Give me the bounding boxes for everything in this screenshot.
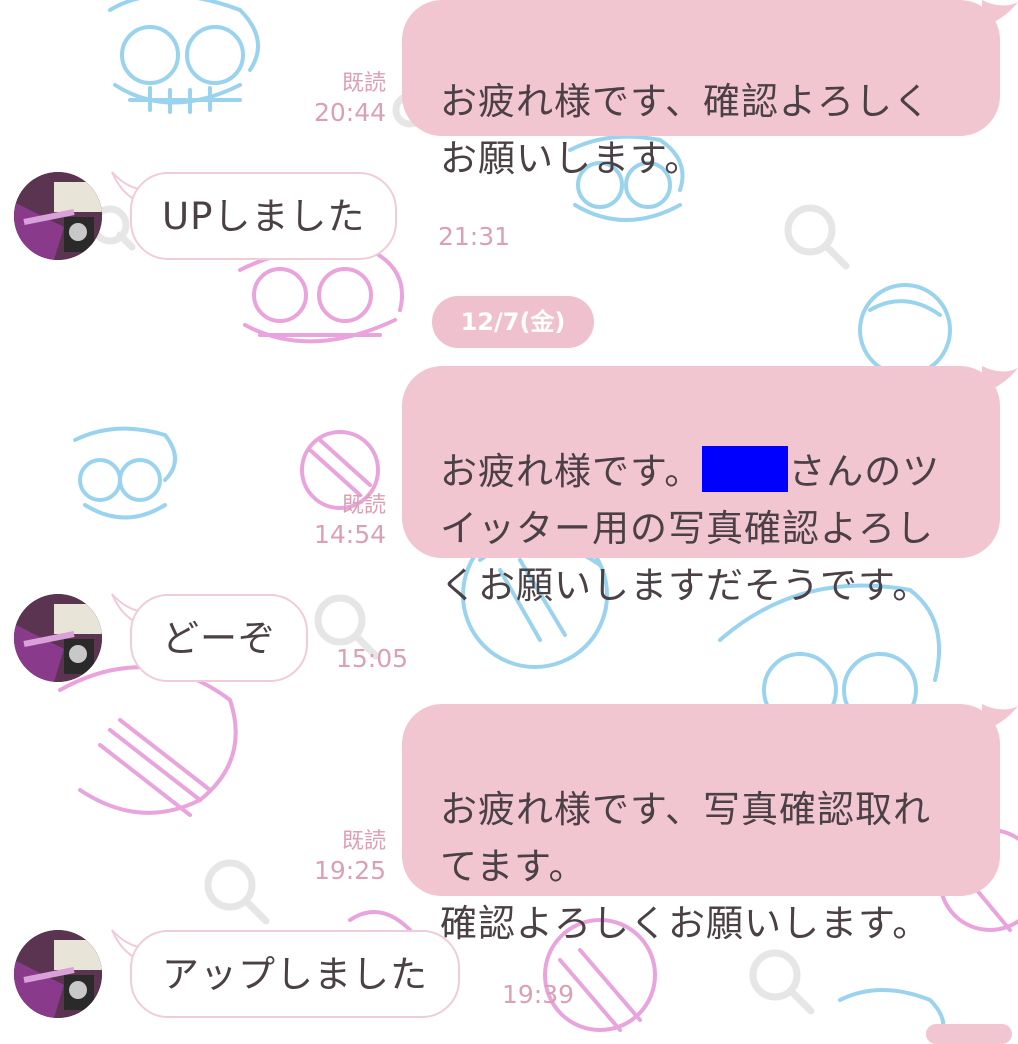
avatar[interactable] — [14, 594, 102, 682]
message-time: 20:44 — [313, 98, 386, 127]
date-separator: 12/7(金) — [432, 296, 594, 348]
read-receipt: 既読 — [341, 71, 386, 96]
incoming-message-bubble[interactable]: アップしました — [130, 930, 460, 1018]
message-meta: 既読 19:25 — [296, 828, 386, 886]
message-text: お疲れ様です。 — [440, 450, 703, 493]
message-time: 21:31 — [438, 222, 511, 251]
message-text: お疲れ様です、確認よろしく お願いします。 — [440, 80, 932, 180]
bubble-tail — [982, 704, 1018, 732]
avatar[interactable] — [14, 172, 102, 260]
chat-thread[interactable]: 既読 20:44 お疲れ様です、確認よろしく お願いします。 UPしました 21… — [0, 0, 1018, 1044]
message-time: 19:39 — [502, 980, 575, 1009]
message-text: お疲れ様です、写真確認取れ てます。 確認よろしくお願いします。 — [440, 788, 932, 945]
message-meta: 既読 20:44 — [296, 70, 386, 128]
avatar-image — [14, 594, 102, 682]
outgoing-message-bubble[interactable]: お疲れ様です、写真確認取れ てます。 確認よろしくお願いします。 — [402, 704, 1000, 945]
message-text: アップしました — [162, 953, 428, 996]
incoming-message-bubble[interactable]: どーぞ — [130, 594, 308, 682]
message-time: 15:05 — [336, 644, 409, 673]
redaction-block — [702, 446, 789, 492]
outgoing-message-bubble[interactable]: お疲れ様です、確認よろしく お願いします。 — [402, 0, 1000, 180]
avatar[interactable] — [14, 930, 102, 1018]
avatar-image — [14, 930, 102, 1018]
bubble-tail — [982, 0, 1018, 28]
outgoing-message-bubble[interactable]: お疲れ様です。 さんのツ イッター用の写真確認よろし くお願いしますだそうです。 — [402, 366, 1000, 607]
message-text: UPしました — [162, 195, 366, 238]
message-text: どーぞ — [162, 617, 276, 660]
outgoing-message-bubble-partial[interactable] — [926, 1024, 1012, 1044]
message-time: 19:25 — [313, 856, 386, 885]
avatar-image — [14, 172, 102, 260]
message-meta: 既読 14:54 — [296, 492, 386, 550]
incoming-message-bubble[interactable]: UPしました — [130, 172, 398, 260]
message-time: 14:54 — [313, 520, 386, 549]
read-receipt: 既読 — [341, 493, 386, 518]
bubble-tail — [982, 366, 1018, 394]
read-receipt: 既読 — [341, 829, 386, 854]
